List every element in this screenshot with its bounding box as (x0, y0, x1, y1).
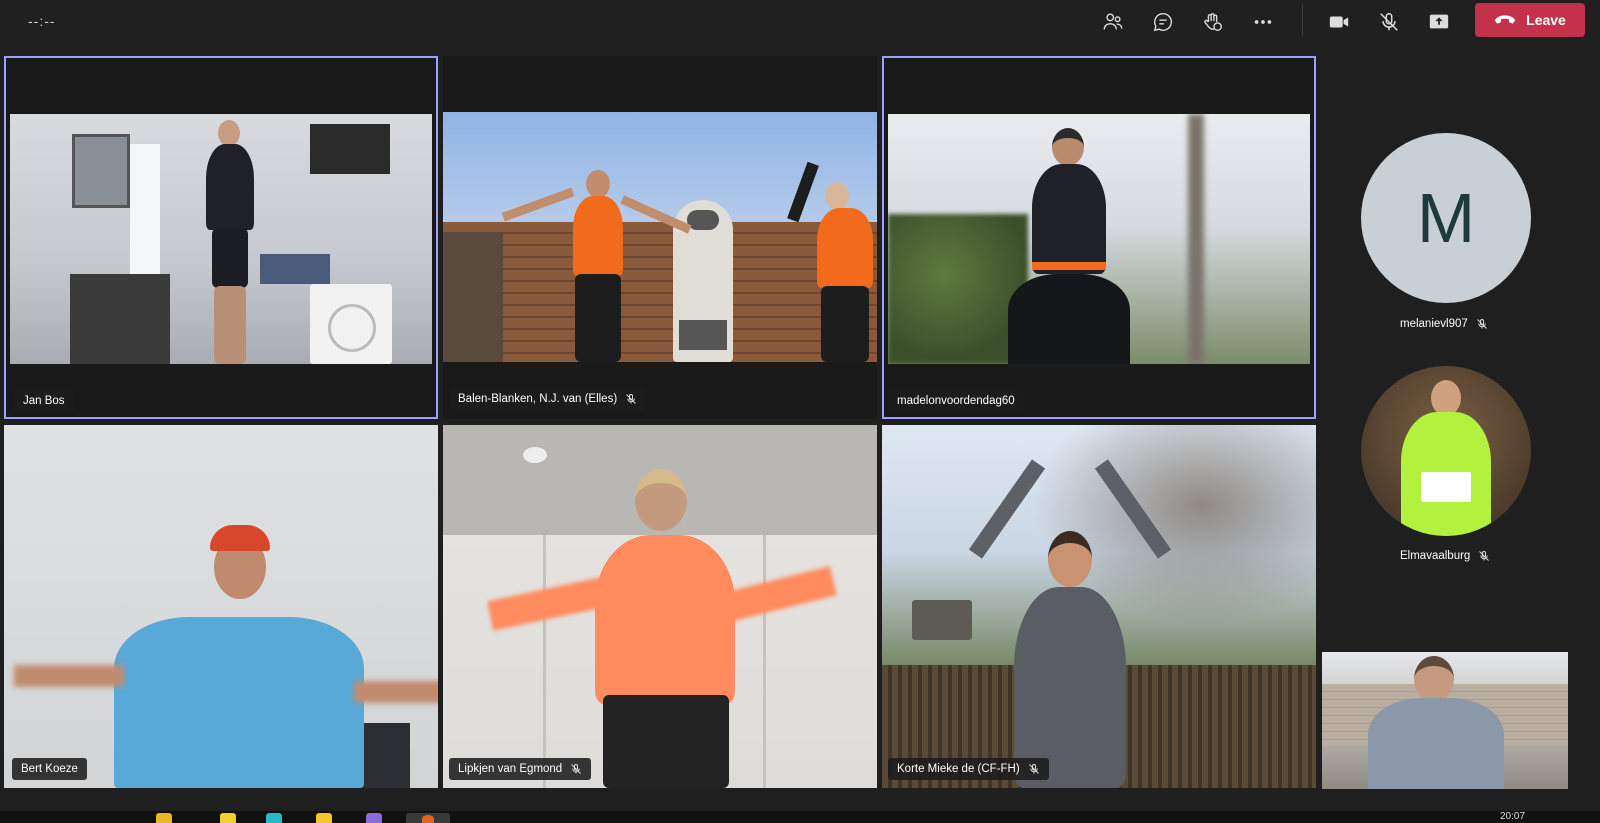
toolbar-divider (1302, 4, 1303, 36)
blurred-bush (888, 214, 1028, 364)
participant-name: Elmavaalburg (1400, 550, 1471, 562)
video-feed (443, 112, 877, 362)
participant-name-tag: Bert Koeze (12, 758, 87, 780)
leave-label: Leave (1526, 12, 1566, 28)
participant-name-tag: Korte Mieke de (CF-FH) (888, 758, 1049, 780)
windows-taskbar (0, 811, 1600, 823)
video-feed (443, 425, 877, 788)
chat-icon[interactable] (1149, 8, 1177, 36)
hangup-icon (1495, 15, 1516, 24)
mic-muted-icon (1028, 764, 1039, 774)
mirror (72, 134, 130, 208)
participant-name: Korte Mieke de (CF-FH) (897, 763, 1020, 775)
participant-name-tag: Lipkjen van Egmond (449, 758, 592, 780)
dryer-vent (310, 124, 390, 174)
cabinet (70, 274, 170, 364)
participant-name: Lipkjen van Egmond (458, 763, 563, 775)
leave-button[interactable]: Leave (1475, 3, 1585, 37)
video-tile-bert-koeze[interactable]: Bert Koeze (4, 425, 438, 788)
meeting-toolbar: --:-- Leave (0, 0, 1600, 44)
video-feed (10, 114, 432, 364)
video-tile-madelonvoordendag60[interactable]: madelonvoordendag60 (882, 56, 1316, 419)
participant-name: Bert Koeze (21, 763, 78, 775)
person (501, 170, 692, 362)
video-feed (4, 425, 438, 788)
smoke-detector (523, 447, 547, 463)
participant-name: Jan Bos (23, 395, 65, 407)
person (787, 161, 873, 362)
taskbar-app-icon[interactable] (316, 813, 332, 823)
mic-muted-icon[interactable] (1375, 8, 1403, 36)
avatar-elmavaalburg[interactable] (1361, 366, 1531, 536)
mic-muted-icon (571, 764, 582, 774)
video-feed (888, 114, 1310, 364)
self-jacket (1368, 698, 1504, 789)
video-tile-lipkjen-van-egmond[interactable]: Lipkjen van Egmond (443, 425, 877, 788)
rail-participant-name: Elmavaalburg (1400, 550, 1490, 562)
laundry-basket (260, 254, 330, 284)
video-tile-balen-blanken[interactable]: Balen-Blanken, N.J. van (Elles) (443, 56, 877, 419)
avatar-initial: M (1416, 179, 1476, 257)
participant-name-tag: Balen-Blanken, N.J. van (Elles) (449, 388, 647, 410)
taskbar-clock: 20:07 (1500, 811, 1526, 822)
blurred-tree (1188, 114, 1204, 364)
avatar-melanievl907[interactable]: M (1361, 133, 1531, 303)
person (487, 469, 837, 788)
mic-muted-icon (1479, 551, 1490, 561)
self-view-tile[interactable] (1322, 652, 1568, 789)
washing-machine (310, 284, 392, 364)
camera-icon[interactable] (1325, 8, 1353, 36)
person (200, 120, 260, 364)
participants-icon[interactable] (1099, 8, 1127, 36)
avatar-face (1431, 380, 1461, 416)
rail-participant-name: melanievl907 (1400, 318, 1488, 330)
participant-name: Balen-Blanken, N.J. van (Elles) (458, 393, 618, 405)
self-face (1414, 656, 1454, 702)
taskbar-app-icon[interactable] (156, 813, 172, 823)
meeting-timer: --:-- (28, 13, 56, 29)
participant-name: melanievl907 (1400, 318, 1468, 330)
taskbar-app-icon[interactable] (266, 813, 282, 823)
participant-name-tag: madelonvoordendag60 (888, 390, 1024, 412)
reactions-icon[interactable] (1199, 8, 1227, 36)
mic-muted-icon (626, 394, 637, 404)
share-screen-icon[interactable] (1425, 8, 1453, 36)
taskbar-active-app[interactable] (406, 813, 450, 823)
taskbar-app-icon[interactable] (366, 813, 382, 823)
person (14, 525, 438, 788)
taskbar-app-icon[interactable] (220, 813, 236, 823)
fence-side (443, 232, 503, 362)
video-tile-jan-bos[interactable]: Jan Bos (4, 56, 438, 419)
race-bib (1421, 472, 1471, 502)
participant-name: madelonvoordendag60 (897, 395, 1015, 407)
more-options-icon[interactable] (1249, 8, 1277, 36)
video-tile-korte-mieke[interactable]: Korte Mieke de (CF-FH) (882, 425, 1316, 788)
video-feed (882, 425, 1316, 788)
wooden-fence (443, 222, 877, 362)
person (1008, 128, 1130, 364)
person (948, 459, 1208, 788)
video-feed (1322, 652, 1568, 789)
mic-muted-icon (1476, 319, 1487, 329)
participant-name-tag: Jan Bos (14, 390, 74, 412)
